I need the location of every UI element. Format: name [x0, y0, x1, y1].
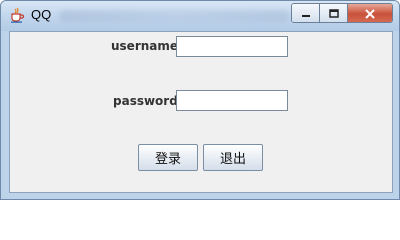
maximize-button[interactable]: [320, 4, 348, 22]
app-window: QQ username password 登录 退出: [0, 0, 400, 200]
close-button[interactable]: [348, 4, 392, 22]
password-label: password: [113, 94, 178, 108]
title-bar[interactable]: QQ: [1, 1, 399, 31]
username-label: username: [111, 39, 179, 53]
exit-button[interactable]: 退出: [203, 144, 263, 171]
username-field[interactable]: [176, 36, 288, 57]
minimize-icon: [300, 4, 312, 22]
login-button[interactable]: 登录: [138, 144, 198, 171]
window-title: QQ: [31, 7, 52, 22]
close-icon: [364, 4, 376, 22]
java-cup-icon: [9, 7, 25, 23]
password-field[interactable]: [176, 90, 288, 111]
minimize-button[interactable]: [292, 4, 320, 22]
login-panel: username password 登录 退出: [9, 31, 393, 193]
maximize-icon: [328, 4, 340, 22]
title-blurred-region: [59, 10, 289, 22]
window-controls: [291, 3, 393, 23]
